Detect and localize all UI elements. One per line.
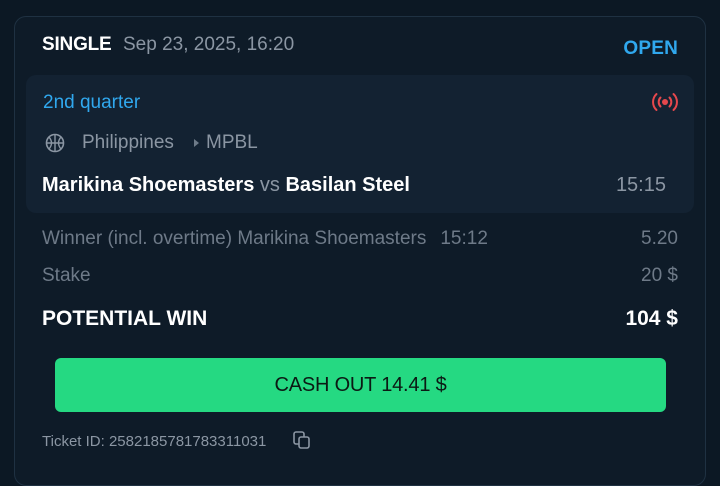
event-panel[interactable]: 2nd quarter Philippines MPBL Marikina Sh… bbox=[26, 75, 694, 213]
potential-win-value: 104 $ bbox=[625, 307, 678, 330]
selection-time: 15:12 bbox=[440, 228, 488, 249]
event-teams: Marikina Shoemasters vs Basilan Steel bbox=[42, 174, 410, 197]
ticket-id: Ticket ID: 2582185781783311031 bbox=[42, 433, 267, 450]
bet-date: Sep 23, 2025, 16:20 bbox=[123, 34, 295, 55]
event-country: Philippines bbox=[82, 132, 174, 153]
event-league: MPBL bbox=[206, 132, 258, 153]
live-broadcast-icon bbox=[652, 93, 678, 111]
copy-icon[interactable] bbox=[292, 430, 312, 450]
bet-card: SINGLE Sep 23, 2025, 16:20 OPEN 2nd quar… bbox=[14, 16, 706, 486]
basketball-icon bbox=[45, 133, 65, 153]
potential-win-label: POTENTIAL WIN bbox=[42, 307, 208, 330]
breadcrumb-separator-icon bbox=[194, 139, 199, 147]
match-period: 2nd quarter bbox=[43, 92, 141, 113]
cash-out-button[interactable]: CASH OUT 14.41 $ bbox=[55, 358, 666, 412]
selection-row: Winner (incl. overtime) Marikina Shoemas… bbox=[42, 228, 488, 250]
selection-odds: 5.20 bbox=[641, 228, 678, 249]
bet-header: SINGLE Sep 23, 2025, 16:20 OPEN bbox=[42, 33, 678, 59]
away-team: Basilan Steel bbox=[285, 174, 410, 196]
stake-label: Stake bbox=[42, 265, 91, 286]
bet-type-label: SINGLE bbox=[42, 34, 112, 55]
versus-label: vs bbox=[259, 174, 280, 196]
stake-value: 20 $ bbox=[641, 265, 678, 286]
selection-market: Winner (incl. overtime) Marikina Shoemas… bbox=[42, 228, 427, 249]
home-team: Marikina Shoemasters bbox=[42, 174, 255, 196]
event-clock: 15:15 bbox=[615, 174, 666, 196]
bet-status-badge: OPEN bbox=[623, 38, 678, 59]
